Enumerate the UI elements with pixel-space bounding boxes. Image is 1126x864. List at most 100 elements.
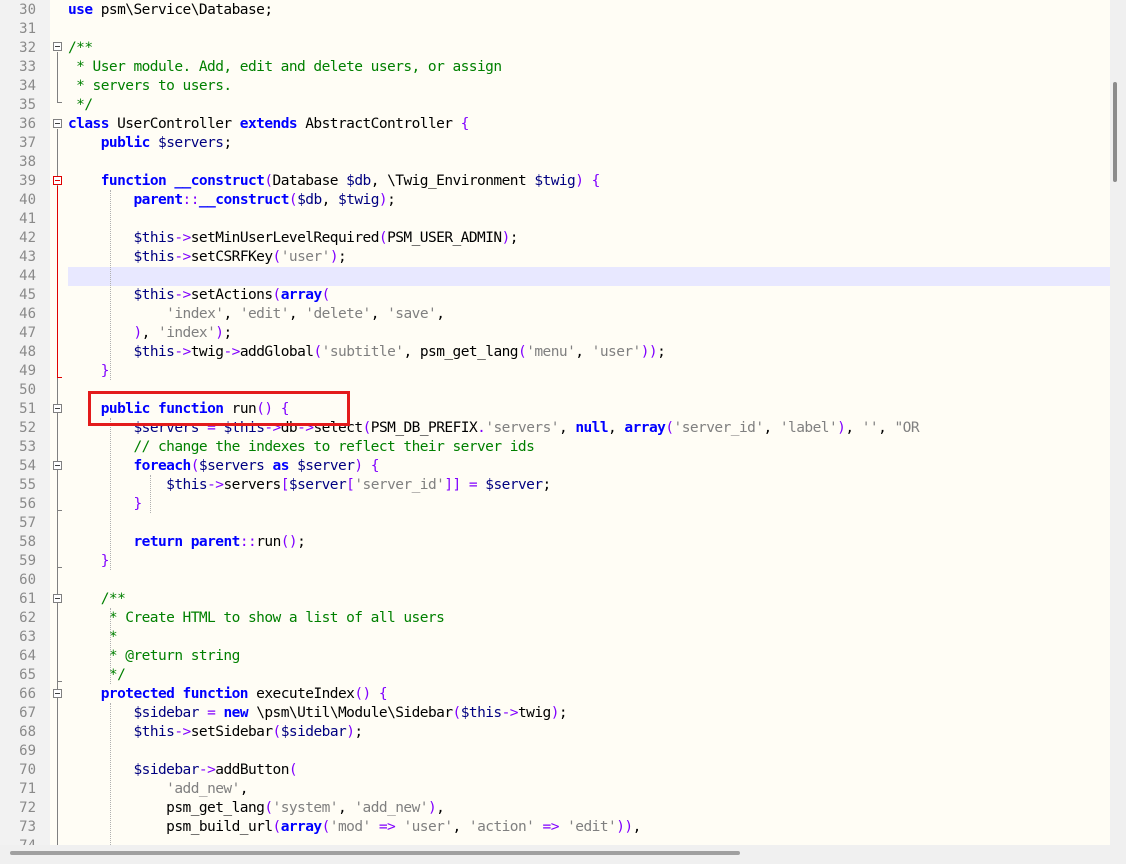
code-text[interactable]: /** bbox=[68, 590, 1110, 609]
code-text[interactable] bbox=[68, 571, 1110, 590]
code-line[interactable]: 37 public $servers; bbox=[0, 134, 1110, 153]
code-text[interactable]: function __construct(Database $db, \Twig… bbox=[68, 172, 1110, 191]
code-text[interactable] bbox=[68, 742, 1110, 761]
code-text[interactable]: * bbox=[68, 628, 1110, 647]
code-text[interactable]: parent::__construct($db, $twig); bbox=[68, 191, 1110, 210]
code-text[interactable]: 'add_new', bbox=[68, 780, 1110, 799]
code-text[interactable]: $this->setCSRFKey('user'); bbox=[68, 248, 1110, 267]
code-text[interactable]: // change the indexes to reflect their s… bbox=[68, 438, 1110, 457]
code-text[interactable] bbox=[68, 837, 1110, 845]
code-text[interactable]: * servers to users. bbox=[68, 77, 1110, 96]
code-line[interactable]: 53 // change the indexes to reflect thei… bbox=[0, 438, 1110, 457]
code-line[interactable]: 62 * Create HTML to show a list of all u… bbox=[0, 609, 1110, 628]
code-text[interactable]: $this->servers[$server['server_id']] = $… bbox=[68, 476, 1110, 495]
code-text[interactable]: } bbox=[68, 362, 1110, 381]
code-line[interactable]: 48 $this->twig->addGlobal('subtitle', ps… bbox=[0, 343, 1110, 362]
code-line[interactable]: 72 psm_get_lang('system', 'add_new'), bbox=[0, 799, 1110, 818]
code-line[interactable]: 56 } bbox=[0, 495, 1110, 514]
code-line[interactable]: 44 bbox=[0, 267, 1110, 286]
code-text[interactable]: protected function executeIndex() { bbox=[68, 685, 1110, 704]
line-number: 51 bbox=[19, 401, 36, 417]
fold-toggle-icon[interactable] bbox=[53, 119, 62, 128]
code-text[interactable] bbox=[68, 267, 1110, 286]
code-line[interactable]: 61 /** bbox=[0, 590, 1110, 609]
code-text[interactable]: $this->twig->addGlobal('subtitle', psm_g… bbox=[68, 343, 1110, 362]
line-number: 34 bbox=[19, 78, 36, 94]
code-text[interactable]: $sidebar = new \psm\Util\Module\Sidebar(… bbox=[68, 704, 1110, 723]
code-line[interactable]: 35 */ bbox=[0, 96, 1110, 115]
code-text[interactable]: /** bbox=[68, 39, 1110, 58]
code-line[interactable]: 49 } bbox=[0, 362, 1110, 381]
code-line[interactable]: 42 $this->setMinUserLevelRequired(PSM_US… bbox=[0, 229, 1110, 248]
code-line[interactable]: 73 psm_build_url(array('mod' => 'user', … bbox=[0, 818, 1110, 837]
fold-toggle-icon[interactable] bbox=[53, 689, 62, 698]
code-text[interactable]: $this->setActions(array( bbox=[68, 286, 1110, 305]
code-line[interactable]: 43 $this->setCSRFKey('user'); bbox=[0, 248, 1110, 267]
code-text[interactable]: public $servers; bbox=[68, 134, 1110, 153]
code-text[interactable]: ), 'index'); bbox=[68, 324, 1110, 343]
code-line[interactable]: 41 bbox=[0, 210, 1110, 229]
code-text[interactable] bbox=[68, 514, 1110, 533]
vertical-scrollbar-thumb[interactable] bbox=[1113, 82, 1117, 182]
code-line[interactable]: 38 bbox=[0, 153, 1110, 172]
code-text[interactable]: * User module. Add, edit and delete user… bbox=[68, 58, 1110, 77]
code-line[interactable]: 36 class UserController extends AbstractC… bbox=[0, 115, 1110, 134]
code-line[interactable]: 65 */ bbox=[0, 666, 1110, 685]
code-text[interactable]: foreach($servers as $server) { bbox=[68, 457, 1110, 476]
code-text[interactable]: $this->setMinUserLevelRequired(PSM_USER_… bbox=[68, 229, 1110, 248]
fold-toggle-icon[interactable] bbox=[53, 461, 62, 470]
code-line[interactable]: 67 $sidebar = new \psm\Util\Module\Sideb… bbox=[0, 704, 1110, 723]
line-number: 53 bbox=[19, 439, 36, 455]
code-line[interactable]: 63 * bbox=[0, 628, 1110, 647]
code-text[interactable]: $sidebar->addButton( bbox=[68, 761, 1110, 780]
code-text[interactable]: } bbox=[68, 552, 1110, 571]
line-number: 33 bbox=[19, 59, 36, 75]
horizontal-scrollbar-thumb[interactable] bbox=[10, 851, 740, 855]
code-line[interactable]: 47 ), 'index'); bbox=[0, 324, 1110, 343]
code-line[interactable]: 57 bbox=[0, 514, 1110, 533]
code-line[interactable]: 54 foreach($servers as $server) { bbox=[0, 457, 1110, 476]
code-line[interactable]: 58 return parent::run(); bbox=[0, 533, 1110, 552]
fold-toggle-icon[interactable] bbox=[53, 404, 62, 413]
code-line[interactable]: 59 } bbox=[0, 552, 1110, 571]
indent-guide bbox=[110, 190, 111, 380]
code-line[interactable]: 46 'index', 'edit', 'delete', 'save', bbox=[0, 305, 1110, 324]
code-line[interactable]: 69 bbox=[0, 742, 1110, 761]
code-line[interactable]: 55 $this->servers[$server['server_id']] … bbox=[0, 476, 1110, 495]
code-text[interactable]: * @return string bbox=[68, 647, 1110, 666]
code-line[interactable]: 34 * servers to users. bbox=[0, 77, 1110, 96]
fold-toggle-icon[interactable] bbox=[53, 594, 62, 603]
code-line[interactable]: 70 $sidebar->addButton( bbox=[0, 761, 1110, 780]
code-line[interactable]: 68 $this->setSidebar($sidebar); bbox=[0, 723, 1110, 742]
code-line[interactable]: 40 parent::__construct($db, $twig); bbox=[0, 191, 1110, 210]
code-line[interactable]: 39 function __construct(Database $db, \T… bbox=[0, 172, 1110, 191]
code-line[interactable]: 60 bbox=[0, 571, 1110, 590]
code-text[interactable]: */ bbox=[68, 96, 1110, 115]
code-text[interactable]: $this->setSidebar($sidebar); bbox=[68, 723, 1110, 742]
fold-toggle-icon[interactable] bbox=[53, 176, 62, 185]
code-text[interactable]: psm_get_lang('system', 'add_new'), bbox=[68, 799, 1110, 818]
code-text[interactable]: return parent::run(); bbox=[68, 533, 1110, 552]
code-editor[interactable]: 30 use psm\Service\Database; 31 32/** 33 * U… bbox=[0, 0, 1110, 845]
code-line[interactable]: 31 bbox=[0, 20, 1110, 39]
code-line[interactable]: 66 protected function executeIndex() { bbox=[0, 685, 1110, 704]
fold-toggle-icon[interactable] bbox=[53, 42, 62, 51]
code-text[interactable]: 'index', 'edit', 'delete', 'save', bbox=[68, 305, 1110, 324]
code-text[interactable]: use psm\Service\Database; bbox=[68, 1, 1110, 20]
code-line[interactable]: 32 /** bbox=[0, 39, 1110, 58]
code-text[interactable] bbox=[68, 153, 1110, 172]
code-text[interactable]: */ bbox=[68, 666, 1110, 685]
code-text[interactable]: * Create HTML to show a list of all user… bbox=[68, 609, 1110, 628]
code-line[interactable]: 33 * User module. Add, edit and delete u… bbox=[0, 58, 1110, 77]
code-line[interactable]: 74 bbox=[0, 837, 1110, 845]
code-line[interactable]: 45 $this->setActions(array( bbox=[0, 286, 1110, 305]
code-line[interactable]: 71 'add_new', bbox=[0, 780, 1110, 799]
code-line[interactable]: 30 use psm\Service\Database; bbox=[0, 1, 1110, 20]
line-number: 64 bbox=[19, 648, 36, 664]
code-text[interactable]: class UserController extends AbstractCon… bbox=[68, 115, 1110, 134]
code-line[interactable]: 64 * @return string bbox=[0, 647, 1110, 666]
code-text[interactable] bbox=[68, 210, 1110, 229]
code-text[interactable] bbox=[68, 20, 1110, 39]
code-text[interactable]: } bbox=[68, 495, 1110, 514]
code-text[interactable]: psm_build_url(array('mod' => 'user', 'ac… bbox=[68, 818, 1110, 837]
